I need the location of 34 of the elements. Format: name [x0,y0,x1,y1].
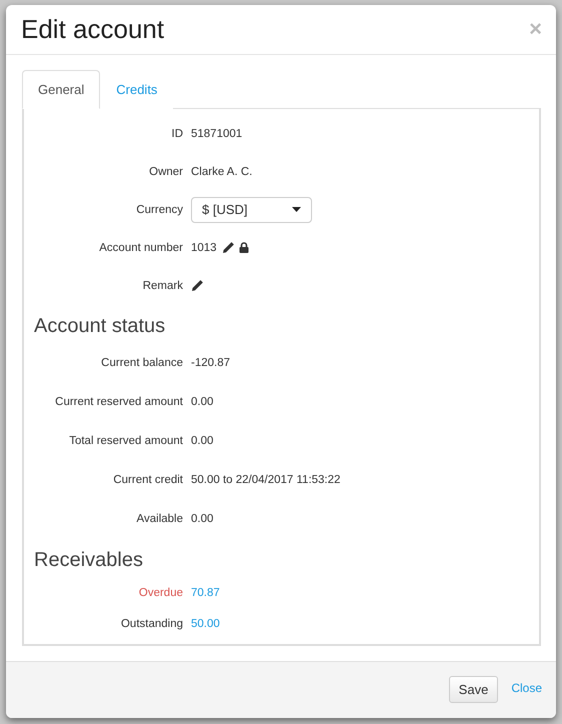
field-label: Currency [135,204,183,216]
field-value: -120.87 [191,357,232,370]
field-value: 50.00 to 22/04/2017 11:53:22 [191,474,342,486]
field-label: Owner [148,166,183,178]
field-label: Current credit [112,474,183,486]
close-button[interactable]: × [529,18,542,40]
field-label: Remark [142,280,183,292]
currency-select[interactable]: $ [USD] [191,196,312,223]
section-heading: Account status [33,314,166,339]
field-label: ID [170,128,183,140]
tab[interactable]: General [22,70,100,109]
pencil-icon[interactable] [222,242,234,254]
pencil-icon[interactable] [191,280,203,292]
field-label: Outstanding [120,618,183,630]
field-label: Overdue [138,587,183,600]
field-label: Account number [98,242,183,254]
save-button[interactable]: Save [448,676,498,704]
field-label: Current reserved amount [54,396,183,408]
caret-icon [292,207,301,212]
dialog-title: Edit account [21,14,164,45]
field-value: 1013 [191,242,217,254]
field-value: 51871001 [191,128,244,140]
field-label: Total reserved amount [68,435,183,448]
close-link[interactable]: Close [511,680,542,695]
field-value: 0.00 [191,513,214,526]
field-value: 0.00 [191,435,214,448]
amount-link[interactable]: 70.87 [191,587,220,600]
amount-link[interactable]: 50.00 [191,618,220,630]
lock-icon [238,242,249,254]
field-value: 0.00 [191,396,214,408]
field-label: Current balance [100,357,183,370]
field-value: Clarke A. C. [191,166,254,178]
field-label: Available [136,513,183,526]
section-heading: Receivables [33,548,144,573]
